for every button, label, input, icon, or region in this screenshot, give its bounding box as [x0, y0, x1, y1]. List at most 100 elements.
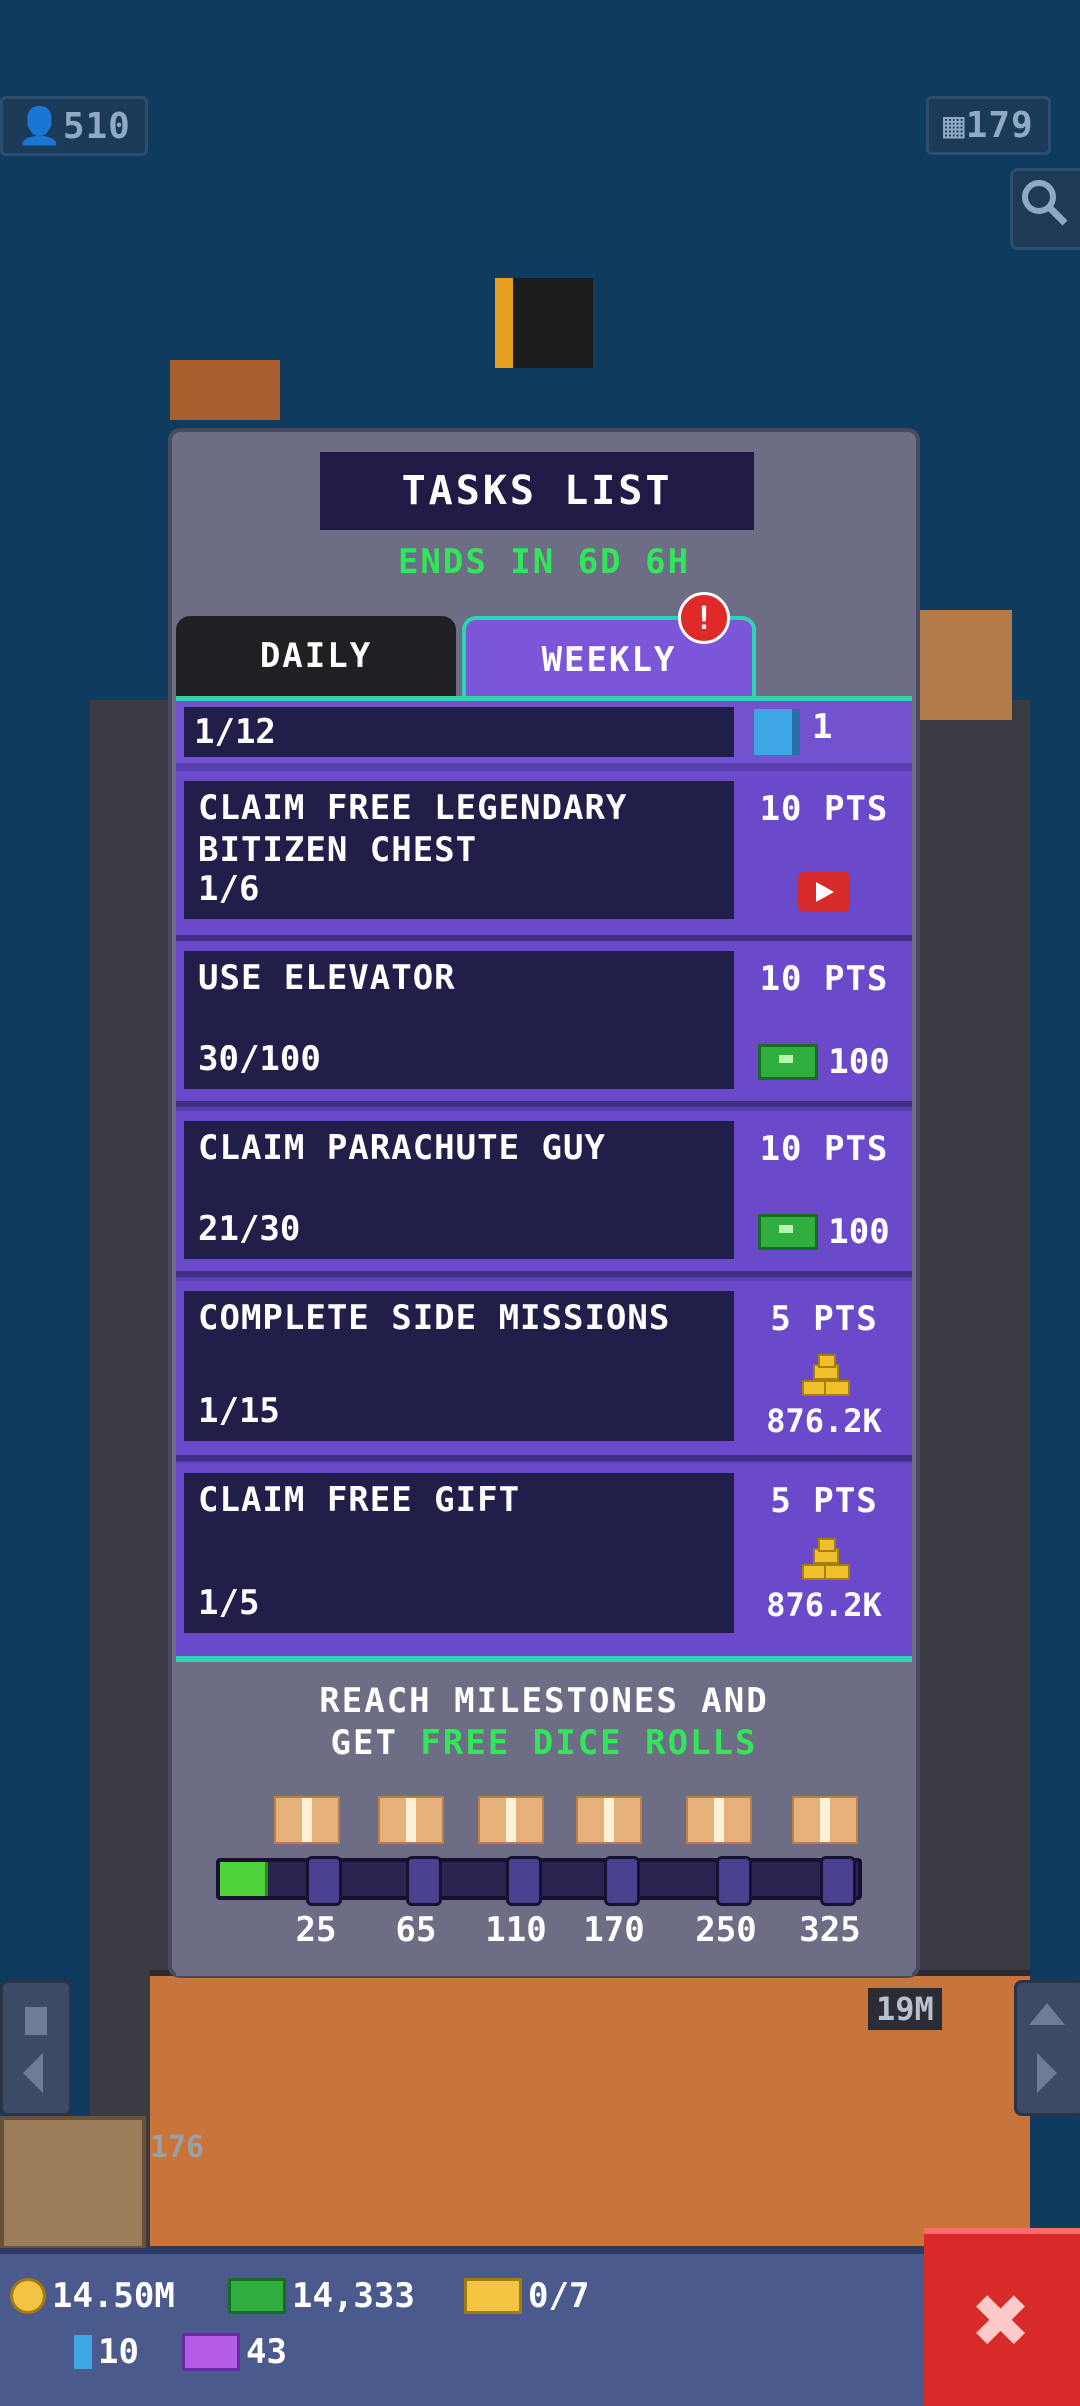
task-title: CLAIM FREE LEGENDARY BITIZEN CHEST: [198, 788, 628, 870]
task-reward: 100: [736, 1037, 912, 1087]
population-counter[interactable]: 👤510: [0, 96, 148, 156]
search-button[interactable]: [1010, 168, 1080, 250]
task-body: CLAIM FREE GIFT 1/5: [184, 1473, 734, 1633]
chest-icon[interactable]: [378, 1796, 444, 1844]
milestone-label: 250: [695, 1910, 757, 1950]
search-icon: [1022, 180, 1068, 226]
task-item[interactable]: USE ELEVATOR 30/100 10 PTS 100: [176, 941, 912, 1107]
task-progress: 1/15: [198, 1391, 280, 1431]
task-points: 5 PTS: [770, 1481, 878, 1521]
ends-timer: ENDS IN 6D 6H: [397, 542, 691, 582]
floor-counter[interactable]: ▦179: [926, 96, 1051, 155]
task-reward: 876.2K: [736, 1529, 912, 1633]
golden-ticket-icon: [464, 2278, 522, 2314]
alert-badge: !: [678, 592, 730, 644]
milestone-node: [306, 1856, 342, 1906]
milestone-line-1: REACH MILESTONES AND: [319, 1681, 769, 1721]
milestone-label: 110: [485, 1910, 547, 1950]
reward-value: 100: [828, 1042, 890, 1082]
bux-value: 14,333: [292, 2276, 415, 2316]
task-progress: 1/6: [198, 869, 260, 909]
right-nav-button[interactable]: [1014, 1980, 1080, 2116]
milestone-label: 65: [395, 1910, 437, 1950]
bux-counter[interactable]: 14,333: [228, 2276, 415, 2316]
milestone-node: [604, 1856, 640, 1906]
milestone-highlight: FREE DICE ROLLS: [420, 1723, 758, 1763]
milestone-node: [820, 1856, 856, 1906]
cash-icon: [758, 1044, 819, 1080]
deer-sprite: [912, 610, 1012, 720]
task-body: CLAIM PARACHUTE GUY 21/30: [184, 1121, 734, 1259]
ticket-count: 1: [812, 707, 833, 747]
close-icon: ✖: [973, 2264, 1031, 2376]
task-title: CLAIM FREE GIFT: [198, 1480, 521, 1520]
chest-icon[interactable]: [792, 1796, 858, 1844]
milestone-node: [406, 1856, 442, 1906]
task-body: USE ELEVATOR 30/100: [184, 951, 734, 1089]
task-points: 10 PTS: [759, 1129, 889, 1169]
task-item[interactable]: CLAIM FREE LEGENDARY BITIZEN CHEST 1/6 1…: [176, 771, 912, 941]
toucan-sprite: [495, 278, 593, 368]
coins-icon: [798, 1538, 850, 1582]
milestone-chests: [274, 1796, 874, 1844]
milestone-line-2: GET FREE DICE ROLLS: [176, 1722, 912, 1764]
task-progress: 1/5: [198, 1583, 260, 1623]
resource-bar: 14.50M 14,333 0/7 10 43: [0, 2248, 1080, 2406]
golden-ticket-value: 0/7: [528, 2276, 590, 2316]
task-progress: 21/30: [198, 1209, 301, 1249]
milestone-label: 170: [583, 1910, 645, 1950]
tower-floor-height-label: 19M: [868, 1988, 942, 2030]
task-points: 10 PTS: [759, 789, 889, 829]
task-reward: 876.2K: [736, 1347, 912, 1447]
task-body: COMPLETE SIDE MISSIONS 1/15: [184, 1291, 734, 1441]
milestone-line-2a: GET: [330, 1723, 421, 1763]
reward-value: 100: [828, 1212, 890, 1252]
fox-sprite: [170, 360, 280, 420]
ticket-icon: [754, 709, 800, 755]
chest-icon[interactable]: [576, 1796, 642, 1844]
task-item[interactable]: CLAIM FREE GIFT 1/5 5 PTS 876.2K: [176, 1463, 912, 1661]
milestone-label: 25: [295, 1910, 337, 1950]
task-item[interactable]: COMPLETE SIDE MISSIONS 1/15 5 PTS 876.2K: [176, 1281, 912, 1461]
task-title: USE ELEVATOR: [198, 958, 456, 998]
milestone-node: [716, 1856, 752, 1906]
chest-crate[interactable]: [0, 2116, 146, 2250]
chest-icon[interactable]: [686, 1796, 752, 1844]
chevron-left-icon: [23, 2007, 47, 2093]
ticket-counter[interactable]: 10: [74, 2332, 139, 2372]
bux-icon: [228, 2278, 286, 2314]
purple-ticket-icon: [182, 2333, 240, 2371]
task-progress: 30/100: [198, 1039, 321, 1079]
tab-daily[interactable]: DAILY: [176, 616, 456, 696]
coins-icon: [798, 1354, 850, 1398]
coin-icon: [10, 2278, 46, 2314]
purple-ticket-counter[interactable]: 43: [182, 2332, 287, 2372]
task-body: CLAIM FREE LEGENDARY BITIZEN CHEST 1/6: [184, 781, 734, 919]
milestone-node: [506, 1856, 542, 1906]
left-nav-button[interactable]: [0, 1980, 72, 2116]
chest-icon[interactable]: [274, 1796, 340, 1844]
chevron-right-icon: [1029, 2003, 1065, 2093]
task-reward[interactable]: [736, 867, 912, 917]
reward-value: 876.2K: [766, 1586, 882, 1624]
milestone-progress-fill: [220, 1862, 268, 1896]
video-icon: [798, 872, 850, 912]
close-button[interactable]: ✖: [924, 2228, 1080, 2406]
task-title: COMPLETE SIDE MISSIONS: [198, 1298, 671, 1338]
reward-value: 876.2K: [766, 1402, 882, 1440]
weekly-progress: 1/12: [184, 707, 734, 757]
task-points: 10 PTS: [759, 959, 889, 999]
person-icon: 👤: [17, 106, 63, 147]
task-item[interactable]: CLAIM PARACHUTE GUY 21/30 10 PTS 100: [176, 1111, 912, 1277]
golden-ticket-counter[interactable]: 0/7: [464, 2276, 589, 2316]
task-points: 5 PTS: [770, 1299, 878, 1339]
chest-icon[interactable]: [478, 1796, 544, 1844]
purple-ticket-value: 43: [246, 2332, 287, 2372]
ticket-icon: [74, 2335, 92, 2369]
task-reward: 100: [736, 1207, 912, 1257]
milestone-progress-bar: [216, 1856, 862, 1906]
task-list[interactable]: 1/12 1 CLAIM FREE LEGENDARY BITIZEN CHES…: [176, 696, 912, 1661]
coins-counter[interactable]: 14.50M: [10, 2276, 175, 2316]
modal-title: TASKS LIST: [320, 452, 754, 530]
task-title: CLAIM PARACHUTE GUY: [198, 1128, 606, 1168]
